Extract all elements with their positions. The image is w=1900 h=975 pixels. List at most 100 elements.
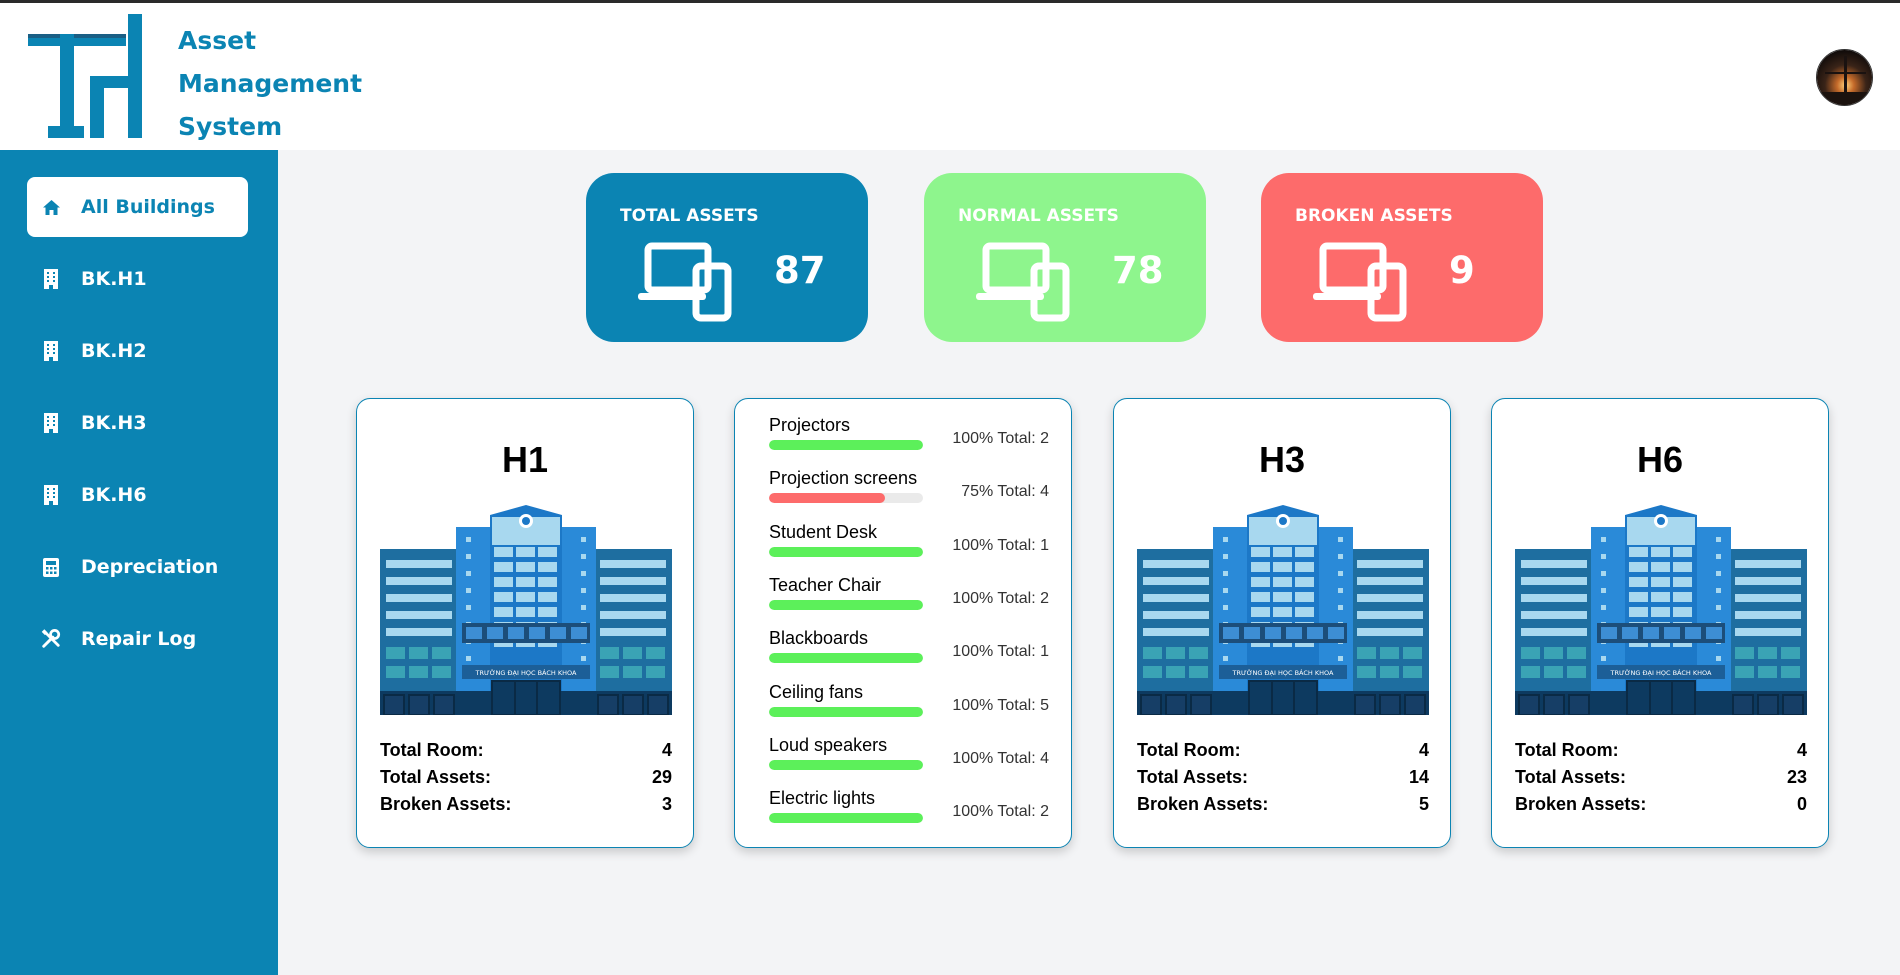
- svg-text:TRƯỜNG ĐẠI HỌC BÁCH KHOA: TRƯỜNG ĐẠI HỌC BÁCH KHOA: [475, 668, 577, 677]
- stat-row-value: 5: [1418, 794, 1429, 814]
- asset-name: Projection screens: [769, 468, 918, 489]
- asset-row: Loud speakers 100% Total: 4: [769, 735, 1049, 785]
- building-card-h1[interactable]: H1 TRƯỜNG ĐẠI HỌC BÁCH KHOA Total Room: 4…: [356, 398, 694, 848]
- building-icon: [41, 341, 61, 361]
- app-title-line: System: [178, 112, 283, 141]
- stat-row-label: Total Room:: [380, 740, 484, 760]
- asset-progress-fill: [769, 599, 923, 610]
- stat-row-label: Total Room:: [1137, 740, 1241, 760]
- asset-info: 75% Total: 4: [961, 483, 1049, 501]
- stat-value: 9: [1449, 249, 1475, 292]
- asset-name: Loud speakers: [769, 734, 888, 755]
- devices-icon: [976, 242, 1070, 322]
- asset-progress-bar: [769, 813, 923, 824]
- stat-broken-assets: Broken Assets: 5: [1137, 791, 1429, 818]
- broken-assets-card[interactable]: BROKEN ASSETS 9: [1261, 173, 1543, 342]
- sidebar-item-bk-h6[interactable]: BK.H6: [27, 465, 248, 525]
- sidebar: All Buildings BK.H1 BK.H2 BK.H3 BK.H6 De…: [0, 150, 278, 975]
- building-stats: Total Room: 4 Total Assets: 14 Broken Asse…: [1137, 737, 1429, 818]
- asset-name: Blackboards: [769, 628, 869, 649]
- stat-value: 78: [1112, 249, 1164, 292]
- building-card-h6[interactable]: H6 TRƯỜNG ĐẠI HỌC BÁCH KHOA Total Room: 4…: [1491, 398, 1829, 848]
- asset-row: Ceiling fans 100% Total: 5: [769, 682, 1049, 732]
- stat-row-label: Total Assets:: [1137, 767, 1249, 787]
- sidebar-item-label: BK.H6: [81, 484, 147, 506]
- asset-row: Blackboards 100% Total: 1: [769, 628, 1049, 678]
- user-avatar[interactable]: [1816, 49, 1873, 106]
- stat-row-value: 4: [1796, 740, 1807, 760]
- asset-name: Student Desk: [769, 521, 878, 542]
- asset-info: 100% Total: 4: [952, 749, 1049, 767]
- asset-progress-fill: [769, 653, 923, 664]
- stat-value: 87: [774, 249, 826, 292]
- sidebar-item-repair-log[interactable]: Repair Log: [27, 609, 248, 669]
- asset-progress-bar: [769, 493, 923, 504]
- normal-assets-card[interactable]: NORMAL ASSETS 78: [924, 173, 1206, 342]
- sidebar-item-depreciation[interactable]: Depreciation: [27, 537, 248, 597]
- building-card-h3[interactable]: H3 TRƯỜNG ĐẠI HỌC BÁCH KHOA Total Room: 4…: [1113, 398, 1451, 848]
- asset-progress-fill: [769, 546, 923, 557]
- building-icon: [41, 485, 61, 505]
- calculator-icon: [41, 557, 61, 577]
- stat-label: BROKEN ASSETS: [1295, 206, 1453, 226]
- stat-row-label: Total Room:: [1515, 740, 1619, 760]
- asset-progress-bar: [769, 759, 923, 770]
- asset-progress-fill: [769, 706, 923, 717]
- asset-progress-bar: [769, 546, 923, 557]
- stat-total-room: Total Room: 4: [1137, 737, 1429, 764]
- stat-broken-assets: Broken Assets: 0: [1515, 791, 1807, 818]
- building-name: H3: [1258, 439, 1306, 480]
- sidebar-item-all-buildings[interactable]: All Buildings: [27, 177, 248, 237]
- asset-info: 100% Total: 1: [952, 536, 1049, 554]
- sidebar-item-bk-h2[interactable]: BK.H2: [27, 321, 248, 381]
- sidebar-item-label: BK.H3: [81, 412, 147, 434]
- asset-row: Teacher Chair 100% Total: 2: [769, 575, 1049, 625]
- building-name: H6: [1636, 439, 1684, 480]
- building-illustration: TRƯỜNG ĐẠI HỌC BÁCH KHOA: [380, 505, 672, 716]
- stat-row-value: 14: [1408, 767, 1429, 787]
- stat-row-value: 3: [661, 794, 672, 814]
- home-icon: [41, 197, 61, 217]
- asset-info: 100% Total: 5: [952, 696, 1049, 714]
- total-assets-card[interactable]: TOTAL ASSETS 87: [586, 173, 868, 342]
- devices-icon: [1313, 242, 1407, 322]
- svg-text:TRƯỜNG ĐẠI HỌC BÁCH KHOA: TRƯỜNG ĐẠI HỌC BÁCH KHOA: [1232, 668, 1334, 677]
- building-icon: [41, 269, 61, 289]
- asset-name: Ceiling fans: [769, 681, 864, 702]
- asset-name: Teacher Chair: [769, 574, 882, 595]
- sidebar-item-label: BK.H1: [81, 268, 147, 290]
- stat-total-assets: Total Assets: 23: [1515, 764, 1807, 791]
- sidebar-item-label: Depreciation: [81, 556, 219, 578]
- svg-text:TRƯỜNG ĐẠI HỌC BÁCH KHOA: TRƯỜNG ĐẠI HỌC BÁCH KHOA: [1610, 668, 1712, 677]
- stat-row-value: 23: [1786, 767, 1807, 787]
- stat-total-assets: Total Assets: 14: [1137, 764, 1429, 791]
- asset-info: 100% Total: 2: [952, 430, 1049, 447]
- sidebar-item-label: Repair Log: [81, 628, 197, 650]
- asset-progress-bar: [769, 653, 923, 664]
- sidebar-item-label: All Buildings: [81, 196, 215, 218]
- asset-breakdown-card: Projectors 100% Total: 2 Projection screen…: [734, 398, 1072, 848]
- building-icon: [41, 413, 61, 433]
- app-title-line: Asset: [178, 26, 257, 55]
- sidebar-item-label: BK.H2: [81, 340, 147, 362]
- asset-row: Projectors 100% Total: 2: [769, 415, 1049, 465]
- sidebar-item-bk-h3[interactable]: BK.H3: [27, 393, 248, 453]
- asset-name: Projectors: [769, 415, 851, 435]
- asset-progress-fill: [769, 813, 923, 824]
- asset-progress-bar: [769, 706, 923, 717]
- th-logo: [28, 14, 142, 138]
- app-title: Asset Management System: [178, 19, 362, 148]
- stat-row-value: 29: [651, 767, 672, 787]
- stat-label: NORMAL ASSETS: [958, 206, 1119, 226]
- stat-total-room: Total Room: 4: [380, 737, 672, 764]
- devices-icon: [638, 242, 732, 322]
- app-header: Asset Management System: [0, 3, 1900, 150]
- app-title-line: Management: [178, 69, 363, 98]
- stat-row-label: Total Assets:: [1515, 767, 1627, 787]
- stat-row-value: 4: [1418, 740, 1429, 760]
- stat-row-label: Broken Assets:: [1515, 794, 1647, 814]
- asset-info: 100% Total: 2: [952, 589, 1049, 607]
- building-name: H1: [501, 439, 549, 480]
- sidebar-item-bk-h1[interactable]: BK.H1: [27, 249, 248, 309]
- stat-total-room: Total Room: 4: [1515, 737, 1807, 764]
